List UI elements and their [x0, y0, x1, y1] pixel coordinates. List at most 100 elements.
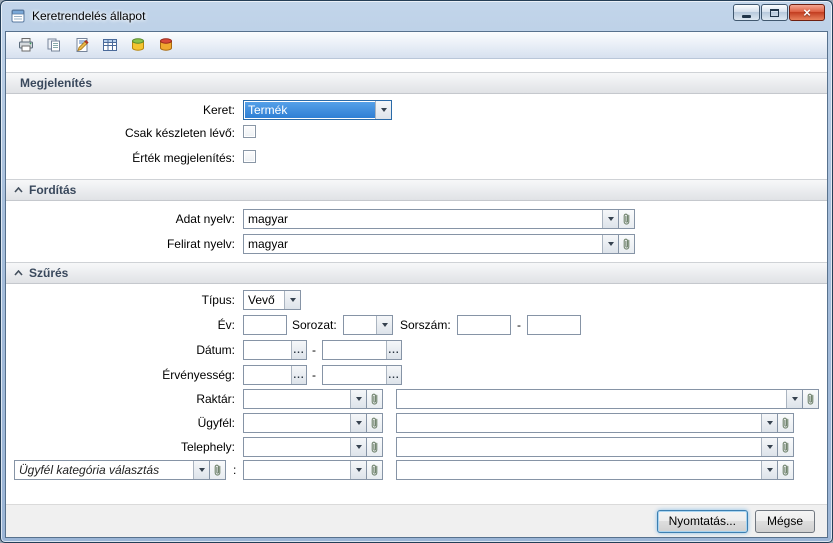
- titlebar[interactable]: Keretrendelés állapot ×: [1, 1, 832, 30]
- chevron-down-icon[interactable]: [284, 291, 300, 309]
- telephely-attach-button[interactable]: [367, 437, 383, 457]
- ugyfel-combobox[interactable]: [243, 413, 367, 433]
- print-preview-toolbar-button[interactable]: [43, 35, 64, 56]
- export-report-toolbar-button[interactable]: [155, 35, 176, 56]
- arrow-glyph: [381, 108, 387, 112]
- ertek-label: Érték megjelenítés:: [6, 151, 235, 165]
- felirat-nyelv-combobox[interactable]: magyar: [243, 234, 619, 254]
- kategoria-type-value: Ügyfél kategória választás: [16, 462, 193, 478]
- print-confirm-button[interactable]: Nyomtatás...: [657, 510, 748, 533]
- table-view-toolbar-button[interactable]: [99, 35, 120, 56]
- csak-keszleten-checkbox[interactable]: [243, 125, 256, 138]
- paperclip-icon: [780, 440, 791, 454]
- client-area: Megjelenítés Keret: Termék Csak készlete…: [5, 31, 828, 538]
- footer: Nyomtatás... Mégse: [6, 504, 827, 537]
- section-header-szures[interactable]: Szűrés: [6, 262, 827, 284]
- minimize-icon: [742, 15, 751, 18]
- raktar-combobox[interactable]: [243, 389, 367, 409]
- datum-from-field[interactable]: ...: [243, 340, 307, 360]
- kategoria-combobox[interactable]: [243, 460, 367, 480]
- edit-report-toolbar-button[interactable]: [71, 35, 92, 56]
- keret-combobox[interactable]: Termék: [243, 100, 392, 120]
- ugyfel-name-attach-button[interactable]: [778, 413, 794, 433]
- raktar-name-combobox[interactable]: [396, 389, 803, 409]
- chevron-down-icon[interactable]: [761, 461, 777, 479]
- sorozat-combobox[interactable]: [343, 315, 393, 335]
- ev-label: Év:: [6, 318, 235, 332]
- chevron-down-icon[interactable]: [350, 390, 366, 408]
- adat-nyelv-combobox[interactable]: magyar: [243, 209, 619, 229]
- raktar-value: [245, 391, 350, 407]
- telephely-name-attach-button[interactable]: [778, 437, 794, 457]
- paperclip-icon: [212, 463, 223, 477]
- arrow-glyph: [356, 445, 362, 449]
- tipus-label: Típus:: [6, 293, 235, 307]
- toolbar: [6, 32, 827, 59]
- ugyfel-name-combobox[interactable]: [396, 413, 778, 433]
- ugyfel-row: Ügyfél:: [6, 413, 827, 434]
- collapse-chevron-icon[interactable]: [14, 187, 23, 193]
- chevron-down-icon[interactable]: [761, 438, 777, 456]
- print-toolbar-button[interactable]: [15, 35, 36, 56]
- telephely-value: [245, 439, 350, 455]
- chevron-down-icon[interactable]: [350, 438, 366, 456]
- adat-nyelv-attach-button[interactable]: [619, 209, 635, 229]
- collapse-chevron-icon[interactable]: [14, 270, 23, 276]
- ervenyesseg-to-picker-button[interactable]: ...: [386, 366, 401, 384]
- section-title-megjelenites: Megjelenítés: [14, 76, 92, 90]
- telephely-combobox[interactable]: [243, 437, 367, 457]
- telephely-name-combobox[interactable]: [396, 437, 778, 457]
- ugyfel-value: [245, 415, 350, 431]
- ervenyesseg-row: Érvényesség: ... - ...: [6, 365, 827, 386]
- datum-to-field[interactable]: ...: [322, 340, 402, 360]
- chevron-down-icon[interactable]: [375, 101, 391, 119]
- chevron-down-icon[interactable]: [602, 235, 618, 253]
- kategoria-type-combobox[interactable]: Ügyfél kategória választás: [14, 460, 210, 480]
- ugyfel-attach-button[interactable]: [367, 413, 383, 433]
- window-title: Keretrendelés állapot: [32, 9, 145, 23]
- kategoria-name-attach-button[interactable]: [778, 460, 794, 480]
- ervenyesseg-to-field[interactable]: ...: [322, 365, 402, 385]
- ervenyesseg-label: Érvényesség:: [6, 368, 235, 382]
- ev-input[interactable]: [243, 315, 287, 335]
- chevron-down-icon[interactable]: [602, 210, 618, 228]
- minimize-button[interactable]: [733, 4, 760, 21]
- ervenyesseg-from-field[interactable]: ...: [243, 365, 307, 385]
- telephely-label: Telephely:: [6, 440, 235, 454]
- sorszam-to-input[interactable]: [527, 315, 581, 335]
- raktar-name-value: [398, 391, 786, 407]
- paperclip-icon: [621, 237, 632, 251]
- datum-from-picker-button[interactable]: ...: [291, 341, 306, 359]
- ervenyesseg-separator: -: [312, 368, 316, 382]
- section-header-megjelenites[interactable]: Megjelenítés: [6, 72, 827, 94]
- chevron-down-icon[interactable]: [376, 316, 392, 334]
- kategoria-separator: :: [233, 463, 236, 477]
- sorszam-from-input[interactable]: [457, 315, 511, 335]
- keret-value: Termék: [245, 102, 375, 118]
- datum-to-picker-button[interactable]: ...: [386, 341, 401, 359]
- close-button[interactable]: ×: [789, 4, 825, 21]
- kategoria-type-attach-button[interactable]: [210, 460, 226, 480]
- chevron-down-icon[interactable]: [193, 461, 209, 479]
- kategoria-row: Ügyfél kategória választás :: [6, 460, 827, 481]
- chevron-down-icon[interactable]: [350, 461, 366, 479]
- export-data-toolbar-button[interactable]: [127, 35, 148, 56]
- kategoria-attach-button[interactable]: [367, 460, 383, 480]
- section-header-forditas[interactable]: Fordítás: [6, 179, 827, 201]
- paperclip-icon: [621, 212, 632, 226]
- chevron-down-icon[interactable]: [786, 390, 802, 408]
- adat-nyelv-label: Adat nyelv:: [6, 212, 235, 226]
- export-data-icon: [130, 37, 146, 53]
- cancel-button[interactable]: Mégse: [755, 510, 815, 533]
- raktar-name-attach-button[interactable]: [803, 389, 819, 409]
- chevron-down-icon[interactable]: [761, 414, 777, 432]
- raktar-attach-button[interactable]: [367, 389, 383, 409]
- maximize-button[interactable]: [761, 4, 788, 21]
- print-icon: [18, 37, 34, 53]
- ervenyesseg-from-picker-button[interactable]: ...: [291, 366, 306, 384]
- felirat-nyelv-attach-button[interactable]: [619, 234, 635, 254]
- tipus-combobox[interactable]: Vevő: [243, 290, 301, 310]
- chevron-down-icon[interactable]: [350, 414, 366, 432]
- kategoria-name-combobox[interactable]: [396, 460, 778, 480]
- ertek-checkbox[interactable]: [243, 150, 256, 163]
